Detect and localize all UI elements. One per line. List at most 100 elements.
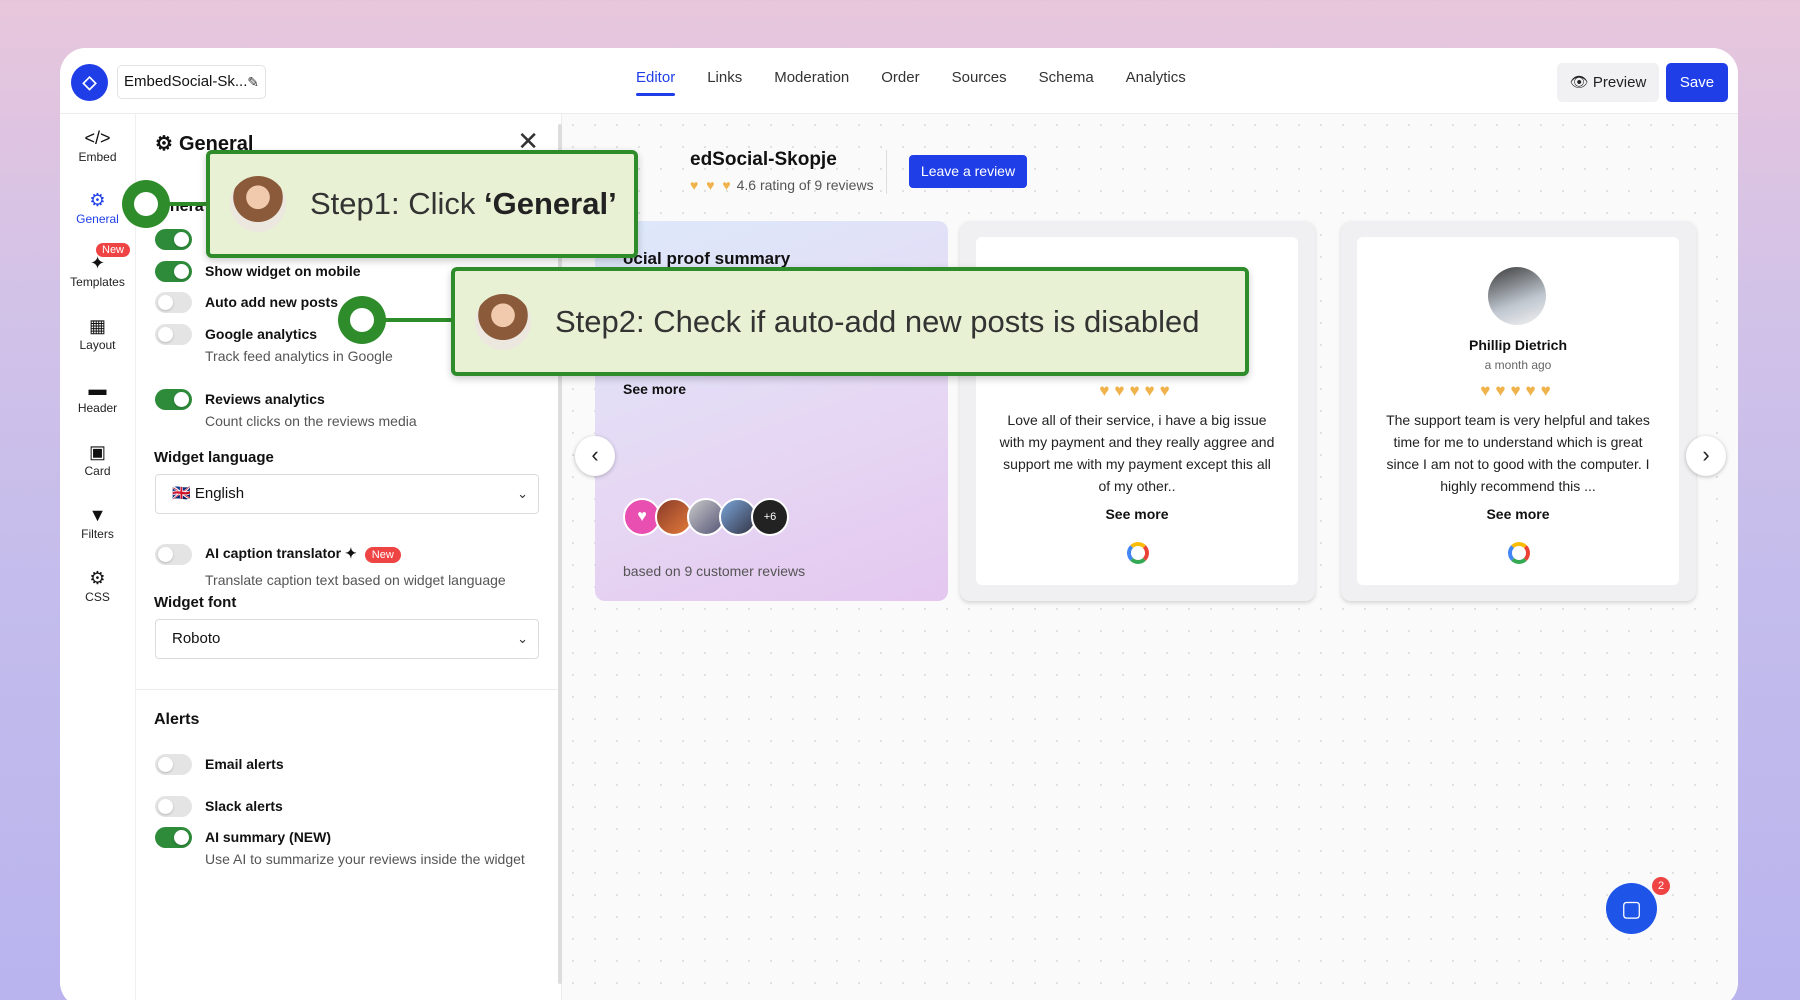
step2-callout: Step2: Check if auto-add new posts is di… xyxy=(451,267,1249,376)
see-more-link[interactable]: See more xyxy=(976,506,1298,522)
rail-label: Card xyxy=(84,464,111,478)
preview-label: Preview xyxy=(1592,74,1647,91)
rail-label: Header xyxy=(77,401,118,415)
preview-button[interactable]: 👁 Preview xyxy=(1557,63,1659,102)
rail-item-card[interactable]: ▣ Card xyxy=(60,440,135,478)
new-badge: New xyxy=(364,547,401,563)
tab-moderation[interactable]: Moderation xyxy=(758,66,865,100)
carousel-prev-button[interactable]: ‹ xyxy=(575,436,615,476)
pencil-icon[interactable]: ✎ xyxy=(247,66,259,98)
heart-rating-icon: ♥♥♥♥♥ xyxy=(1480,381,1556,400)
widget-language-label: Widget language xyxy=(154,449,274,466)
project-name-field[interactable]: EmbedSocial-Sk... ✎ xyxy=(117,65,266,99)
divider xyxy=(136,689,563,690)
rail-label: CSS xyxy=(85,590,110,604)
chevron-down-icon: ⌄ xyxy=(517,631,528,646)
step1-callout: Step1: Click ‘General’ xyxy=(206,150,638,258)
select-value: Roboto xyxy=(172,630,221,647)
toggle-email-alerts[interactable] xyxy=(155,754,192,775)
chat-notification-badge: 2 xyxy=(1652,877,1670,895)
rail-label: Filters xyxy=(81,527,114,541)
option-label: Auto add new posts xyxy=(205,294,338,310)
header-icon: ▬ xyxy=(88,379,107,399)
option-label: Reviews analytics xyxy=(205,391,325,407)
heart-rating-icon: ♥♥♥♥♥ xyxy=(1099,381,1175,400)
tab-links[interactable]: Links xyxy=(691,66,758,100)
option-label: Email alerts xyxy=(205,756,284,772)
google-icon xyxy=(1508,542,1530,564)
ai-caption-label: AI caption translator ✦ xyxy=(205,545,357,561)
rail-item-filters[interactable]: ▼ Filters xyxy=(60,503,135,541)
option-label: Show widget on mobile xyxy=(205,263,361,279)
reviewer-avatars: ♥ +6 xyxy=(623,498,789,536)
tab-editor[interactable]: Editor xyxy=(620,66,691,100)
step1-prefix: Step1: Click xyxy=(310,186,485,221)
new-badge: New xyxy=(96,243,131,257)
divider xyxy=(886,150,887,194)
see-more-link[interactable]: See more xyxy=(1357,506,1679,522)
rating-summary: ♥ ♥ ♥ 4.6 rating of 9 reviews xyxy=(690,177,874,193)
alerts-title: Alerts xyxy=(154,711,200,728)
tab-sources[interactable]: Sources xyxy=(936,66,1023,100)
review-time: a month ago xyxy=(1484,358,1552,372)
review-text: The support team is very helpful and tak… xyxy=(1386,412,1650,494)
main-tabs: Editor Links Moderation Order Sources Sc… xyxy=(620,66,1202,100)
chat-icon: ▢ xyxy=(1621,895,1642,921)
step2-text: Step2: Check if auto-add new posts is di… xyxy=(555,303,1200,339)
leave-review-button[interactable]: Leave a review xyxy=(909,155,1027,188)
tab-order[interactable]: Order xyxy=(865,66,935,100)
rail-label: General xyxy=(76,212,119,226)
step1-target: ‘General’ xyxy=(484,186,617,221)
option-label: Slack alerts xyxy=(205,798,283,814)
toggle-reviews-analytics[interactable] xyxy=(155,389,192,410)
chat-launcher-button[interactable]: ▢ xyxy=(1606,883,1657,934)
code-icon: </> xyxy=(84,128,111,148)
left-rail: </> Embed ⚙ General New ✦ Templates ▦ La… xyxy=(60,114,135,1000)
option-description: Track feed analytics in Google xyxy=(205,348,393,364)
rail-item-templates[interactable]: New ✦ Templates xyxy=(60,243,135,289)
embedsocial-logo-icon[interactable]: ◇ xyxy=(71,64,108,101)
widget-font-select[interactable]: Roboto ⌄ xyxy=(155,619,539,659)
option-description: Translate caption text based on widget l… xyxy=(205,572,506,588)
save-button[interactable]: Save xyxy=(1666,63,1728,102)
filter-icon: ▼ xyxy=(88,505,107,525)
google-icon xyxy=(1127,542,1149,564)
select-value: 🇬🇧 English xyxy=(172,485,245,502)
layout-grid-icon: ▦ xyxy=(88,316,106,336)
rail-label: Embed xyxy=(78,150,117,164)
toggle-ai-caption-translator[interactable] xyxy=(155,544,192,565)
top-bar: ◇ EmbedSocial-Sk... ✎ Editor Links Moder… xyxy=(60,48,1738,114)
widget-language-select[interactable]: 🇬🇧 English ⌄ xyxy=(155,474,539,514)
rating-text: 4.6 rating of 9 reviews xyxy=(736,177,874,193)
carousel-next-button[interactable]: › xyxy=(1686,436,1726,476)
toggle-auto-add-posts[interactable] xyxy=(155,292,192,313)
toggle-google-analytics[interactable] xyxy=(155,324,192,345)
toggle-show-widget[interactable] xyxy=(155,229,192,250)
rail-item-header[interactable]: ▬ Header xyxy=(60,377,135,415)
widget-font-label: Widget font xyxy=(154,594,237,611)
step2-marker xyxy=(338,296,386,344)
see-more-link[interactable]: See more xyxy=(623,381,686,397)
rail-item-layout[interactable]: ▦ Layout xyxy=(60,314,135,352)
review-text: Love all of their service, i have a big … xyxy=(999,412,1275,494)
option-description: Count clicks on the reviews media xyxy=(205,413,417,429)
project-name: EmbedSocial-Sk... xyxy=(124,73,248,90)
business-name: edSocial-Skopje xyxy=(690,149,837,170)
gear-icon: ⚙ xyxy=(89,568,106,588)
toggle-slack-alerts[interactable] xyxy=(155,796,192,817)
tab-schema[interactable]: Schema xyxy=(1023,66,1110,100)
based-on-text: based on 9 customer reviews xyxy=(623,563,806,579)
rail-item-embed[interactable]: </> Embed xyxy=(60,126,135,164)
review-card[interactable]: Phillip Dietrich a month ago ♥♥♥♥♥ The s… xyxy=(1341,221,1696,601)
toggle-show-on-mobile[interactable] xyxy=(155,261,192,282)
rail-item-css[interactable]: ⚙ CSS xyxy=(60,566,135,604)
reviewer-name: Phillip Dietrich xyxy=(1468,337,1567,353)
summary-title: ocial proof summary xyxy=(623,249,791,268)
guide-avatar xyxy=(230,176,286,232)
tab-analytics[interactable]: Analytics xyxy=(1110,66,1202,100)
step1-text: Step1: Click ‘General’ xyxy=(310,186,617,222)
option-label: AI caption translator ✦ New xyxy=(205,545,401,563)
chevron-down-icon: ⌄ xyxy=(517,486,528,501)
toggle-ai-summary[interactable] xyxy=(155,827,192,848)
option-label: AI summary (NEW) xyxy=(205,829,332,845)
